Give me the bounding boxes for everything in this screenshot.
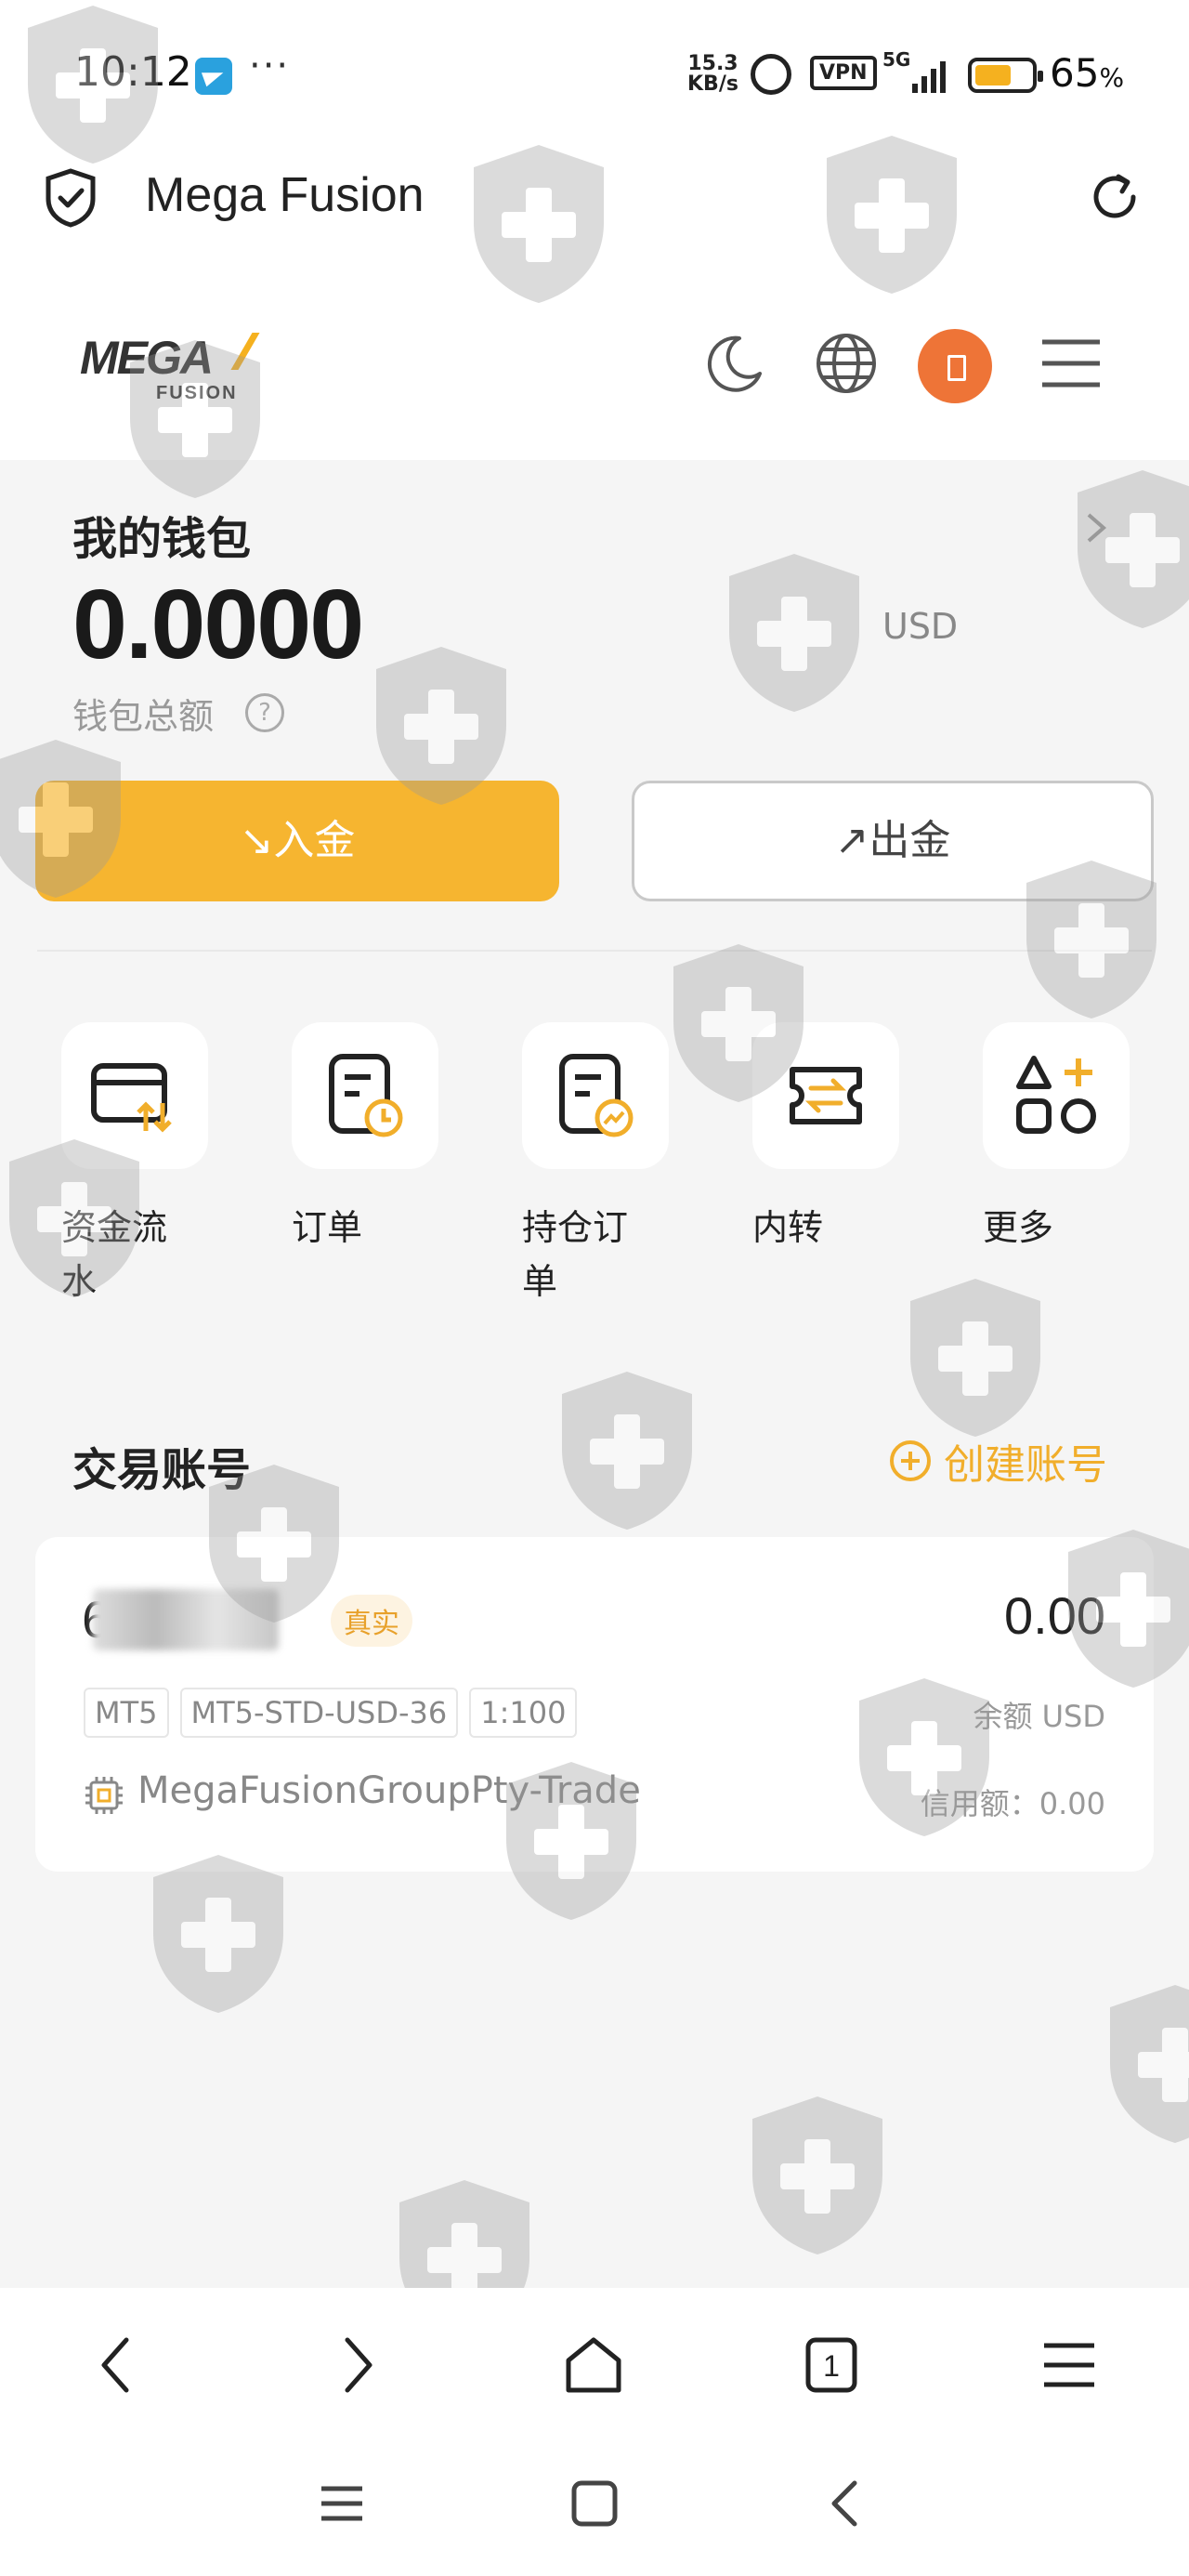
quick-action-label: 持仓订单 [522,1207,629,1302]
wallet-title: 我的钱包 [72,513,252,565]
tag-group: MT5-STD-USD-36 [179,1688,459,1738]
credit-amount: 信用额：0.00 [920,1786,1105,1821]
site-title: Mega Fusion [145,168,425,222]
quick-action-label: 更多 [983,1207,1054,1248]
account-number-blur [93,1589,279,1650]
language-globe-icon[interactable] [814,331,879,396]
mega-fusion-logo[interactable]: MEGA FUSION [71,327,260,411]
tag-leverage: 1:100 [469,1688,578,1738]
fund-flow-icon [91,1063,172,1133]
quick-action-tile [61,1022,208,1169]
quick-action-transfer[interactable]: 内转 [752,1022,901,1255]
help-question-icon[interactable]: ? [245,693,284,732]
account-type-badge: 真实 [331,1595,412,1647]
quick-action-tile [752,1022,899,1169]
order-icon [329,1054,403,1137]
back-icon[interactable] [85,2333,150,2398]
chevron-right-icon[interactable] [1079,511,1113,545]
network-speed-unit: KB/s [687,72,738,96]
shield-watermark-icon [1078,470,1189,628]
network-speed: 15.3 KB/s [687,54,738,95]
user-avatar-button[interactable] [918,329,992,403]
trade-accounts-title: 交易账号 [72,1444,252,1496]
tabs-icon[interactable]: 1 [799,2333,864,2398]
logo-main-text: MEGA [80,332,214,384]
menu-hamburger-icon[interactable] [1039,331,1104,396]
shield-watermark-icon [153,1855,283,2013]
battery-percent: 65% [1050,50,1124,96]
quick-action-more[interactable]: 更多 [983,1022,1131,1255]
shield-watermark-icon [729,554,859,712]
shield-watermark-icon [752,2096,882,2254]
battery-percent-sign: % [1099,62,1125,93]
quick-action-position-orders[interactable]: 持仓订单 [522,1022,671,1308]
battery-icon [968,58,1043,93]
vpn-icon: VPN [810,56,877,90]
tag-platform: MT5 [84,1688,169,1738]
quick-action-orders[interactable]: 订单 [292,1022,440,1255]
system-nav-bar [0,2437,1189,2576]
alarm-icon [751,54,791,95]
status-bar: 10:12 ··· 15.3 KB/s VPN 5G 65% [0,0,1189,139]
quick-action-label: 订单 [292,1207,363,1248]
logo-sub-text: FUSION [156,383,238,403]
quick-action-label: 资金流水 [61,1207,168,1302]
network-speed-value: 15.3 [687,52,738,75]
dark-mode-moon-icon[interactable] [702,331,767,396]
shield-watermark-icon [562,1372,692,1530]
recent-apps-icon[interactable] [316,2477,368,2530]
server-name: MegaFusionGroupPty-Trade [137,1769,641,1812]
plus-circle-icon [890,1440,931,1481]
quick-action-tile [983,1022,1130,1169]
withdraw-button[interactable]: ↗出金 [632,781,1154,901]
account-balance-label: 余额 USD [973,1699,1105,1734]
shield-watermark-icon [1110,1985,1189,2143]
signal-icon [912,59,946,93]
quick-action-label: 内转 [752,1207,824,1248]
shield-check-icon[interactable] [43,167,98,229]
quick-action-tile [522,1022,669,1169]
forward-icon[interactable] [323,2333,388,2398]
server-chip-icon [85,1777,123,1814]
account-tags: MT5 MT5-STD-USD-36 1:100 [84,1688,578,1738]
reload-icon[interactable] [1085,167,1144,227]
more-notifications-icon: ··· [249,45,291,87]
create-account-button[interactable]: 创建账号 [890,1431,1107,1491]
quick-action-fund-flow[interactable]: 资金流水 [61,1022,210,1308]
position-order-icon [559,1054,634,1137]
app-header: MEGA FUSION [0,260,1189,460]
battery-percent-number: 65 [1050,50,1100,96]
wallet-balance: 0.0000 [72,570,364,679]
more-apps-icon [1016,1056,1096,1134]
tab-count: 1 [823,2349,840,2383]
create-account-label: 创建账号 [944,1441,1107,1489]
wallet-total-label: 钱包总额 [72,696,215,737]
divider [37,950,1152,952]
transfer-icon [790,1067,862,1124]
status-time: 10:12 [74,48,192,96]
quick-action-tile [292,1022,438,1169]
battery-fill [975,65,1011,85]
browser-toolbar: Mega Fusion [0,139,1189,260]
deposit-button[interactable]: ↘入金 [35,781,559,901]
home-icon[interactable] [561,2333,626,2398]
telegram-icon [195,58,232,95]
system-home-icon[interactable] [568,2477,621,2530]
trade-account-card[interactable]: 6 9 真实 0.00 MT5 MT5-STD-USD-36 1:100 余额 … [35,1537,1154,1872]
logo-accent [208,333,260,370]
browser-bottom-nav: 1 [0,2288,1189,2437]
browser-menu-icon[interactable] [1037,2333,1102,2398]
account-balance: 0.00 [1004,1586,1105,1645]
network-type: 5G [882,48,911,71]
system-back-icon[interactable] [821,2477,873,2530]
wallet-currency: USD [882,606,959,647]
shield-watermark-icon [910,1279,1040,1437]
